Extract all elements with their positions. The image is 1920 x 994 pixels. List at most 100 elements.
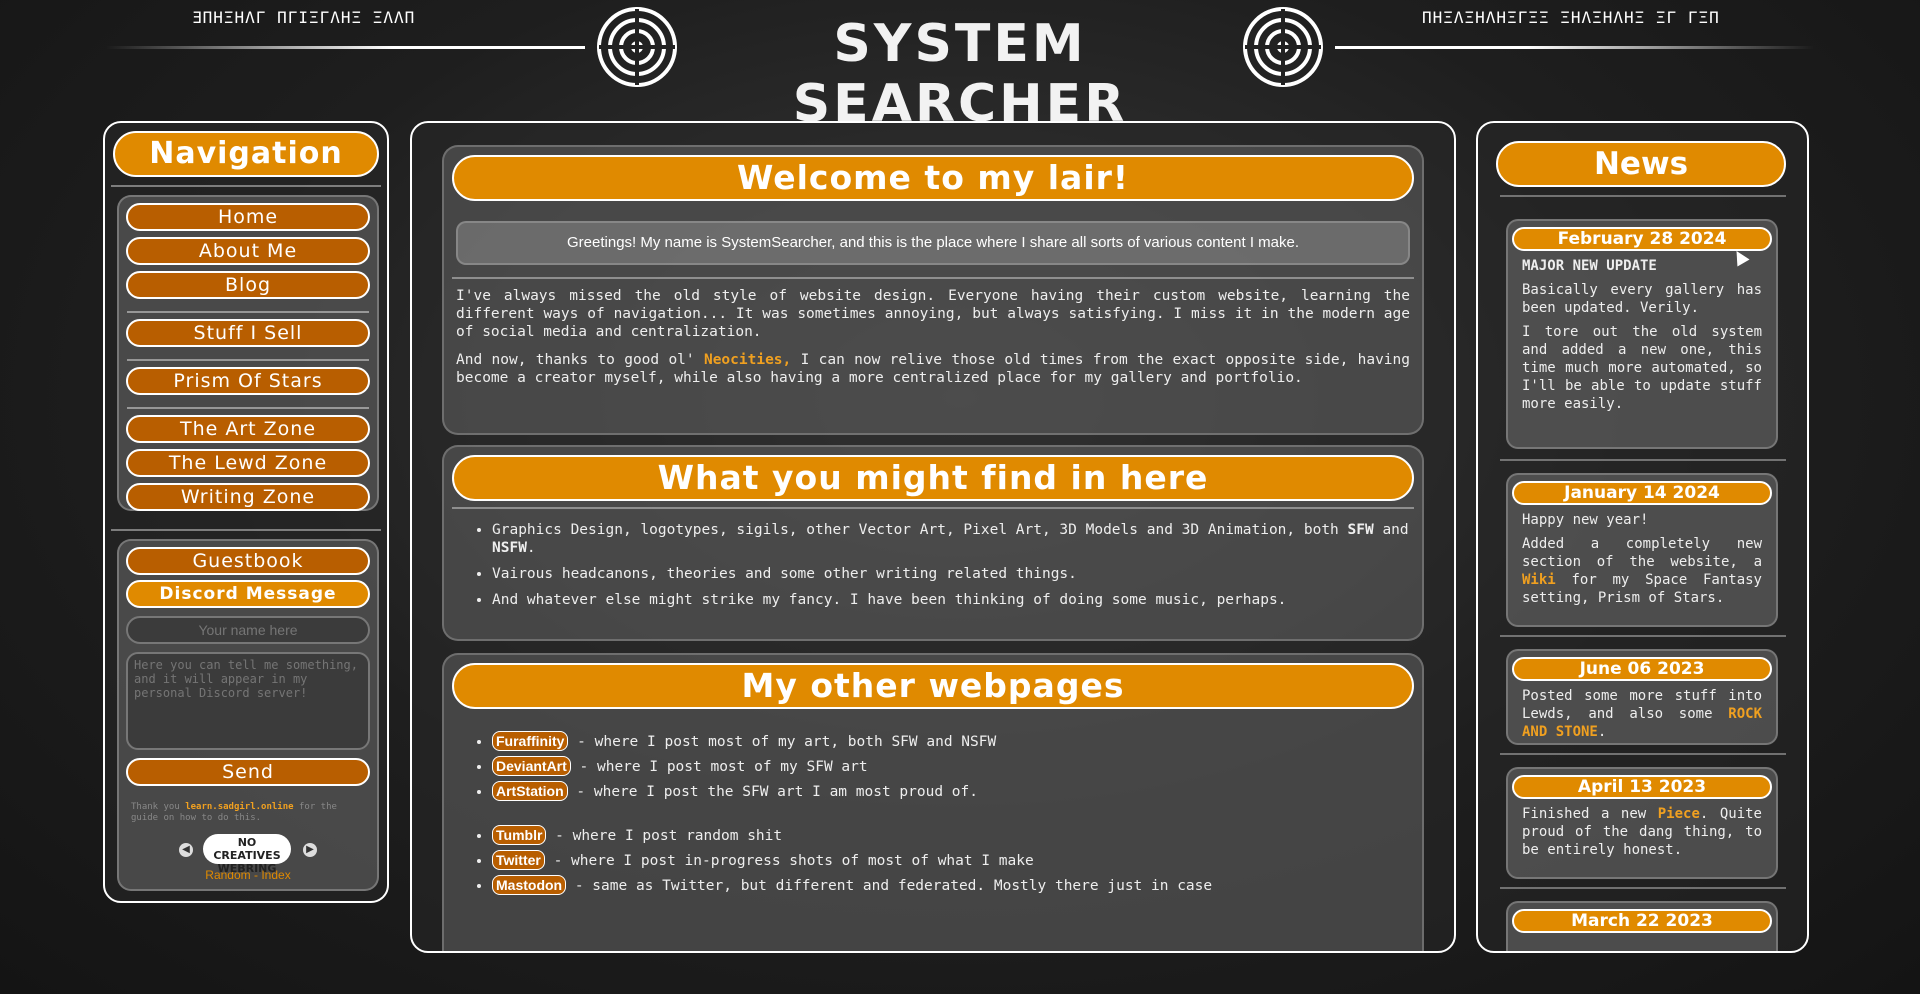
- news-item: January 14 2024 Happy new year! Added a …: [1506, 473, 1778, 627]
- header-glyph-text-right: ΠΗΞΛΞΗΛΗΞΓΞΞ ΞΗΛΞΗΛΗΞ ΞΓ ΓΞΠ: [1422, 8, 1720, 27]
- list-item: Graphics Design, logotypes, sigils, othe…: [492, 521, 1422, 557]
- find-list: Graphics Design, logotypes, sigils, othe…: [444, 521, 1422, 609]
- news-body: Finished a new Piece. Quite proud of the…: [1522, 805, 1762, 859]
- news-text-segment: Added a completely new section of the we…: [1522, 536, 1762, 570]
- greeting-box: Greetings! My name is SystemSearcher, an…: [456, 221, 1410, 265]
- neocities-paragraph: And now, thanks to good ol' Neocities, I…: [456, 351, 1410, 387]
- find-section: What you might find in here Graphics Des…: [442, 445, 1424, 641]
- header-decor-line-right: [1335, 46, 1815, 49]
- news-date: February 28 2024: [1512, 227, 1772, 251]
- divider: [1500, 635, 1786, 637]
- news-body: Basically every gallery has been updated…: [1522, 282, 1762, 316]
- item-text: and: [1373, 522, 1409, 538]
- find-title: What you might find in here: [452, 455, 1414, 501]
- list-item: Twitter - where I post in-progress shots…: [492, 850, 1422, 870]
- divider: [111, 529, 381, 531]
- news-headline: MAJOR NEW UPDATE: [1522, 258, 1657, 274]
- wiki-link[interactable]: Wiki: [1522, 572, 1556, 588]
- list-item: And whatever else might strike my fancy.…: [492, 591, 1422, 609]
- piece-link[interactable]: Piece: [1658, 806, 1700, 822]
- item-text: Graphics Design, logotypes, sigils, othe…: [492, 522, 1348, 538]
- divider: [1500, 887, 1786, 889]
- link-desc: - where I post in-progress shots of most…: [544, 853, 1034, 869]
- nav-writing-zone-button[interactable]: Writing Zone: [126, 483, 370, 511]
- divider: [452, 507, 1414, 509]
- nav-prism-of-stars-button[interactable]: Prism Of Stars: [126, 367, 370, 395]
- divider: [127, 311, 369, 313]
- tumblr-link[interactable]: Tumblr: [492, 825, 547, 845]
- webring-prev-icon[interactable]: ◀: [179, 843, 193, 857]
- news-body: I tore out the old system and added a ne…: [1522, 324, 1762, 412]
- other-webpages-section: My other webpages Furaffinity - where I …: [442, 653, 1424, 951]
- divider: [1500, 753, 1786, 755]
- thanks-prefix: Thank you: [131, 802, 186, 812]
- thanks-link[interactable]: learn.sadgirl.online: [185, 802, 293, 812]
- main-content-panel: Welcome to my lair! Greetings! My name i…: [410, 121, 1456, 953]
- link-desc: - where I post most of my art, both SFW …: [568, 734, 997, 750]
- navigation-panel: Navigation Home About Me Blog Stuff I Se…: [103, 121, 389, 903]
- navigation-title: Navigation: [113, 131, 379, 177]
- furaffinity-link[interactable]: Furaffinity: [492, 731, 569, 751]
- sfw-label: SFW: [1347, 522, 1374, 538]
- header-glyph-text-left: ƎΠHΞΗΛΓ ΠΓΙΞΓΛΗΞ ΞΛΛΠ: [192, 8, 416, 27]
- news-text-segment: .: [1597, 724, 1607, 740]
- list-item: Tumblr - where I post random shit: [492, 825, 1422, 845]
- nav-stuff-i-sell-button[interactable]: Stuff I Sell: [126, 319, 370, 347]
- news-text-segment: Posted some more stuff into Lewds, and a…: [1522, 688, 1762, 722]
- nav-home-button[interactable]: Home: [126, 203, 370, 231]
- list-item: ArtStation - where I post the SFW art I …: [492, 781, 1422, 801]
- send-button[interactable]: Send: [126, 758, 370, 786]
- webring-badge[interactable]: NO CREATIVES WEBRING: [203, 834, 291, 875]
- welcome-title: Welcome to my lair!: [452, 155, 1414, 201]
- mastodon-link[interactable]: Mastodon: [492, 875, 567, 895]
- guestbook-box: Guestbook Discord Message Send Thank you…: [117, 539, 379, 891]
- list-item: Vairous headcanons, theories and some ot…: [492, 565, 1422, 583]
- webring: ◀ NO CREATIVES WEBRING ▶: [119, 834, 377, 875]
- nsfw-label: NSFW: [492, 540, 527, 556]
- discord-message-header: Discord Message: [126, 580, 370, 608]
- news-item: June 06 2023 Posted some more stuff into…: [1506, 649, 1778, 745]
- divider: [452, 277, 1414, 279]
- news-body: Happy new year!: [1522, 512, 1649, 528]
- header-decor-line-left: [105, 46, 585, 49]
- site-title: SYSTEM SEARCHER: [792, 14, 1128, 134]
- news-body: Posted some more stuff into Lewds, and a…: [1522, 687, 1762, 741]
- twitter-link[interactable]: Twitter: [492, 850, 545, 870]
- divider: [1500, 459, 1786, 461]
- news-date: March 22 2023: [1512, 909, 1772, 933]
- name-input[interactable]: [126, 616, 370, 644]
- site-header: ƎΠHΞΗΛΓ ΠΓΙΞΓΛΗΞ ΞΛΛΠ ΠΗΞΛΞΗΛΗΞΓΞΞ ΞΗΛΞΗ…: [0, 0, 1920, 134]
- other-webpages-title: My other webpages: [452, 663, 1414, 709]
- news-date: January 14 2024: [1512, 481, 1772, 505]
- divider: [127, 407, 369, 409]
- divider: [1500, 195, 1786, 197]
- nav-art-zone-button[interactable]: The Art Zone: [126, 415, 370, 443]
- nav-lewd-zone-button[interactable]: The Lewd Zone: [126, 449, 370, 477]
- welcome-section: Welcome to my lair! Greetings! My name i…: [442, 145, 1424, 435]
- link-desc: - same as Twitter, but different and fed…: [566, 878, 1213, 894]
- webring-next-icon[interactable]: ▶: [303, 843, 317, 857]
- webpage-links-list: Furaffinity - where I post most of my ar…: [444, 731, 1422, 895]
- guestbook-button[interactable]: Guestbook: [126, 547, 370, 575]
- news-date: June 06 2023: [1512, 657, 1772, 681]
- emblem-icon: [1243, 7, 1323, 87]
- list-item: Mastodon - same as Twitter, but differen…: [492, 875, 1422, 895]
- news-item: April 13 2023 Finished a new Piece. Quit…: [1506, 767, 1778, 879]
- neocities-link[interactable]: Neocities,: [704, 352, 791, 368]
- nav-menu: Home About Me Blog Stuff I Sell Prism Of…: [117, 195, 379, 511]
- list-item: Furaffinity - where I post most of my ar…: [492, 731, 1422, 751]
- message-textarea[interactable]: [126, 652, 370, 750]
- news-title: News: [1496, 141, 1786, 187]
- news-date: April 13 2023: [1512, 775, 1772, 799]
- intro-paragraph: I've always missed the old style of webs…: [456, 288, 1410, 340]
- nav-about-me-button[interactable]: About Me: [126, 237, 370, 265]
- deviantart-link[interactable]: DeviantArt: [492, 756, 571, 776]
- divider: [111, 185, 381, 187]
- link-desc: - where I post most of my SFW art: [570, 759, 868, 775]
- artstation-link[interactable]: ArtStation: [492, 781, 568, 801]
- item-text: .: [526, 540, 536, 556]
- nav-blog-button[interactable]: Blog: [126, 271, 370, 299]
- news-item: March 22 2023: [1506, 901, 1778, 951]
- divider: [127, 359, 369, 361]
- news-text-segment: for my Space Fantasy setting, Prism of S…: [1522, 572, 1762, 606]
